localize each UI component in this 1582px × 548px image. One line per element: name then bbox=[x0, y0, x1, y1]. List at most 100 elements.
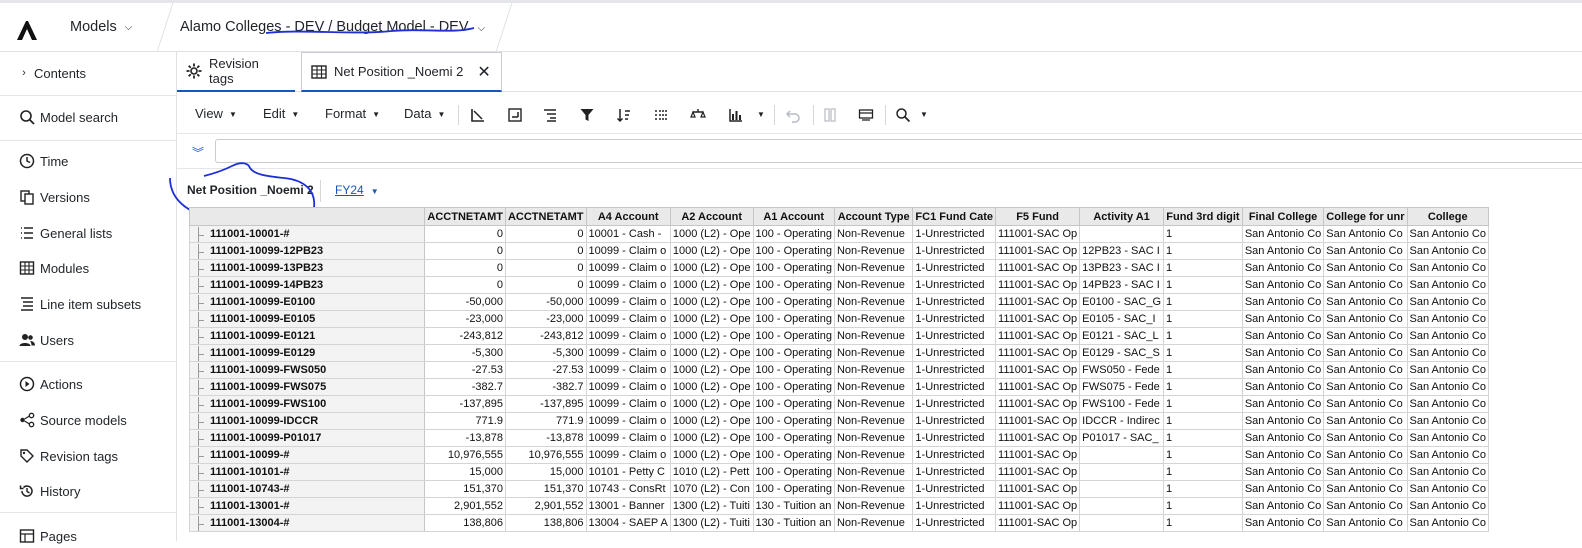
grid-cell[interactable]: San Antonio Co bbox=[1323, 514, 1408, 532]
zoom-menu-caret[interactable]: ▼ bbox=[914, 106, 928, 121]
grid-cell[interactable]: Non-Revenue bbox=[833, 378, 914, 396]
grid-cell[interactable]: Non-Revenue bbox=[833, 514, 914, 532]
grid-cell[interactable]: 100 - Operating bbox=[752, 463, 835, 481]
sidebar-item-history[interactable]: History bbox=[18, 479, 80, 503]
grid-cell[interactable]: San Antonio Co bbox=[1406, 344, 1489, 362]
grid-cell[interactable]: 100 - Operating bbox=[752, 242, 835, 260]
grid-cell[interactable]: 100 - Operating bbox=[752, 259, 835, 277]
zoom-search-icon[interactable] bbox=[892, 104, 914, 126]
grid-cell[interactable]: San Antonio Co bbox=[1323, 480, 1408, 498]
grid-cell[interactable]: Non-Revenue bbox=[833, 293, 914, 311]
grid-cell[interactable]: -137,895 bbox=[504, 395, 587, 413]
data-menu[interactable]: Data ▼ bbox=[404, 106, 445, 121]
grid-cell[interactable]: 1000 (L2) - Ope bbox=[669, 361, 754, 379]
grid-cell[interactable]: San Antonio Co bbox=[1406, 361, 1489, 379]
grid-cell[interactable]: 1000 (L2) - Ope bbox=[669, 293, 754, 311]
row-header[interactable]: 111001-10099-IDCCR bbox=[189, 412, 426, 430]
grid-cell[interactable]: 10099 - Claim o bbox=[585, 344, 671, 362]
grid-cell[interactable]: 15,000 bbox=[424, 463, 506, 481]
column-header[interactable]: College for unr bbox=[1323, 207, 1408, 226]
grid-cell[interactable]: 1-Unrestricted bbox=[912, 344, 997, 362]
grid-cell[interactable]: 1000 (L2) - Ope bbox=[669, 276, 754, 294]
row-header[interactable]: 111001-10099-13PB23 bbox=[189, 259, 426, 277]
grid-cell[interactable] bbox=[1079, 497, 1165, 515]
grid-cell[interactable]: 10099 - Claim o bbox=[585, 361, 671, 379]
export-icon[interactable] bbox=[504, 104, 526, 126]
grid-cell[interactable]: 10001 - Cash - bbox=[585, 225, 671, 243]
grid-cell[interactable]: San Antonio Co bbox=[1323, 378, 1408, 396]
sidebar-item-model-search[interactable]: Model search bbox=[18, 105, 118, 129]
row-header[interactable]: 111001-13001-# bbox=[189, 497, 426, 515]
grid-cell[interactable]: -13,878 bbox=[424, 429, 506, 447]
grid-cell[interactable]: 111001-SAC Op bbox=[995, 378, 1081, 396]
row-header[interactable]: 111001-10101-# bbox=[189, 463, 426, 481]
grid-cell[interactable]: 10101 - Petty C bbox=[585, 463, 671, 481]
grid-cell[interactable]: 151,370 bbox=[504, 480, 587, 498]
grid-cell[interactable]: -243,812 bbox=[424, 327, 506, 345]
close-icon[interactable]: ✕ bbox=[477, 62, 490, 82]
grid-cell[interactable]: 1010 (L2) - Pett bbox=[669, 463, 754, 481]
anaplan-logo-icon[interactable] bbox=[15, 19, 39, 41]
row-header[interactable]: 111001-10099-14PB23 bbox=[189, 276, 426, 294]
grid-cell[interactable]: San Antonio Co bbox=[1406, 293, 1489, 311]
grid-cell[interactable]: 1-Unrestricted bbox=[912, 446, 997, 464]
grid-cell[interactable]: San Antonio Co bbox=[1406, 378, 1489, 396]
grid-cell[interactable]: San Antonio Co bbox=[1241, 497, 1325, 515]
data-grid[interactable]: ACCTNETAMT ACCTNETAMT A4 Account A2 Account… bbox=[189, 207, 1489, 541]
grid-cell[interactable]: San Antonio Co bbox=[1241, 463, 1325, 481]
grid-cell[interactable]: San Antonio Co bbox=[1406, 259, 1489, 277]
indent-icon[interactable] bbox=[539, 104, 561, 126]
grid-cell[interactable]: 1 bbox=[1163, 293, 1243, 311]
grid-cell[interactable]: 1000 (L2) - Ope bbox=[669, 429, 754, 447]
grid-cell[interactable]: 1-Unrestricted bbox=[912, 480, 997, 498]
grid-cell[interactable]: 10099 - Claim o bbox=[585, 395, 671, 413]
grid-cell[interactable]: 100 - Operating bbox=[752, 293, 835, 311]
grid-cell[interactable]: 771.9 bbox=[424, 412, 506, 430]
grid-cell[interactable]: San Antonio Co bbox=[1323, 327, 1408, 345]
grid-cell[interactable] bbox=[1079, 480, 1165, 498]
grid-cell[interactable]: 15,000 bbox=[504, 463, 587, 481]
grid-cell[interactable]: 14PB23 - SAC I bbox=[1079, 276, 1165, 294]
grid-cell[interactable]: San Antonio Co bbox=[1241, 429, 1325, 447]
filter-icon[interactable] bbox=[576, 104, 598, 126]
column-header[interactable]: Fund 3rd digit bbox=[1163, 207, 1243, 226]
grid-cell[interactable]: E0121 - SAC_L bbox=[1079, 327, 1165, 345]
grid-cell[interactable]: Non-Revenue bbox=[833, 463, 914, 481]
grid-cell[interactable]: 100 - Operating bbox=[752, 480, 835, 498]
grid-cell[interactable]: 1 bbox=[1163, 412, 1243, 430]
grid-cell[interactable]: 1 bbox=[1163, 276, 1243, 294]
grid-cell[interactable]: FWS100 - Fede bbox=[1079, 395, 1165, 413]
grid-cell[interactable]: 1000 (L2) - Ope bbox=[669, 327, 754, 345]
sort-icon[interactable] bbox=[613, 104, 635, 126]
grid-cell[interactable]: 1 bbox=[1163, 480, 1243, 498]
formula-input[interactable] bbox=[215, 139, 1582, 163]
grid-cell[interactable]: 151,370 bbox=[424, 480, 506, 498]
grid-cell[interactable]: San Antonio Co bbox=[1323, 446, 1408, 464]
grid-cell[interactable]: Non-Revenue bbox=[833, 446, 914, 464]
grid-cell[interactable]: San Antonio Co bbox=[1323, 429, 1408, 447]
column-header[interactable]: FC1 Fund Cate bbox=[912, 207, 997, 226]
row-header[interactable]: 111001-13004-# bbox=[189, 514, 426, 532]
grid-cell[interactable]: 1000 (L2) - Ope bbox=[669, 242, 754, 260]
grid-cell[interactable]: 1-Unrestricted bbox=[912, 259, 997, 277]
grid-cell[interactable]: Non-Revenue bbox=[833, 242, 914, 260]
grid-cell[interactable]: 111001-SAC Op bbox=[995, 463, 1081, 481]
column-header[interactable]: A2 Account bbox=[669, 207, 754, 226]
grid-cell[interactable]: Non-Revenue bbox=[833, 412, 914, 430]
grid-cell[interactable]: 10743 - ConsRt bbox=[585, 480, 671, 498]
grid-cell[interactable]: 111001-SAC Op bbox=[995, 344, 1081, 362]
grid-cell[interactable]: 13PB23 - SAC I bbox=[1079, 259, 1165, 277]
grid-cell[interactable] bbox=[1079, 514, 1165, 532]
sidebar-item-line-item-subsets[interactable]: Line item subsets bbox=[18, 292, 141, 316]
grid-cell[interactable]: San Antonio Co bbox=[1406, 514, 1489, 532]
edit-menu[interactable]: Edit ▼ bbox=[263, 106, 299, 121]
grid-cell[interactable]: 100 - Operating bbox=[752, 276, 835, 294]
row-header[interactable]: 111001-10099-FWS100 bbox=[189, 395, 426, 413]
grid-cell[interactable]: 111001-SAC Op bbox=[995, 293, 1081, 311]
grid-cell[interactable]: 111001-SAC Op bbox=[995, 225, 1081, 243]
grid-cell[interactable]: -382.7 bbox=[424, 378, 506, 396]
grid-cell[interactable]: 2,901,552 bbox=[504, 497, 587, 515]
grid-cell[interactable]: 111001-SAC Op bbox=[995, 429, 1081, 447]
grid-cell[interactable]: 0 bbox=[504, 276, 587, 294]
grid-cell[interactable]: 100 - Operating bbox=[752, 429, 835, 447]
